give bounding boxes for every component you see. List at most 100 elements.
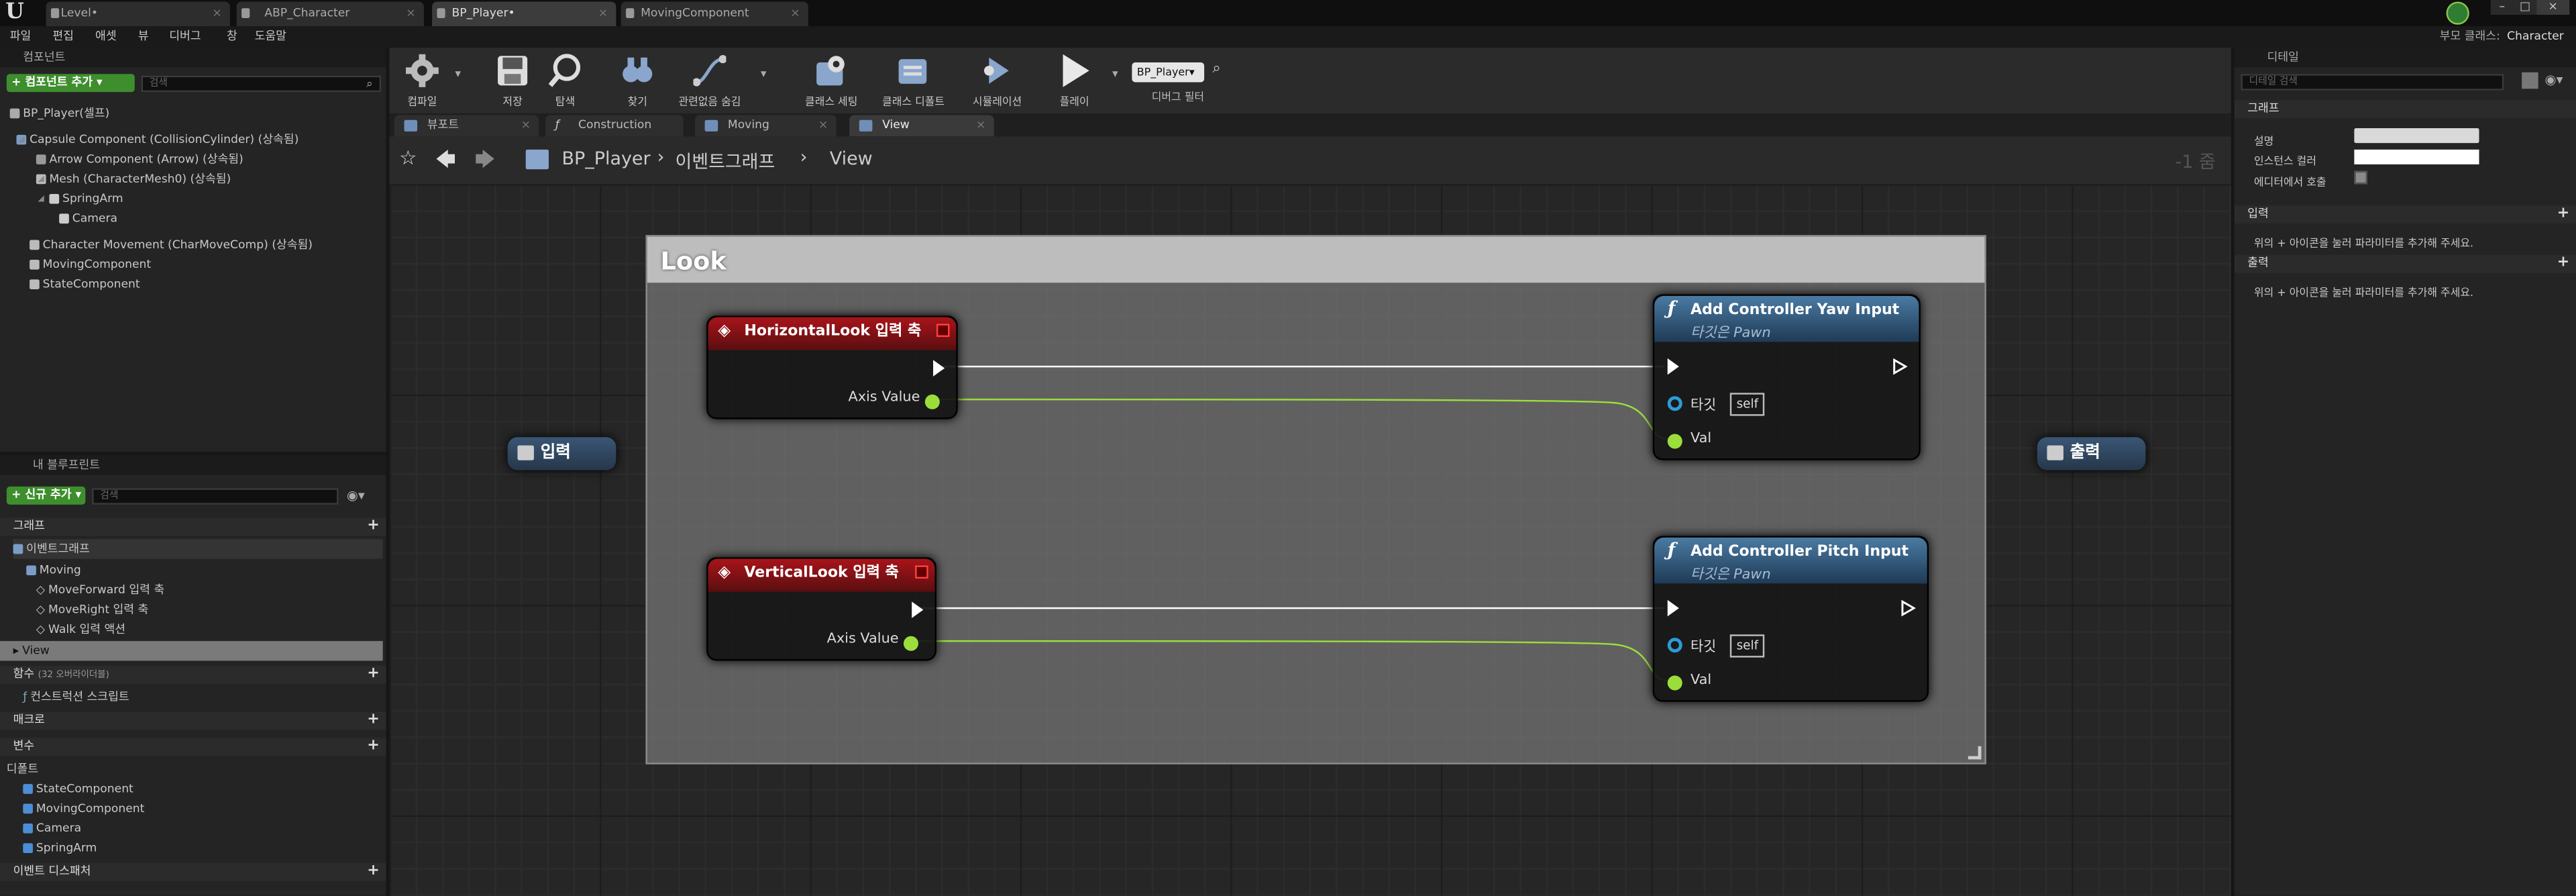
tab-viewport[interactable]: 뷰포트 × (394, 115, 539, 137)
event-dispatchers-section[interactable]: 이벤트 디스패처 + (0, 862, 386, 881)
debug-object-select[interactable]: BP_Player▾ (1132, 62, 1205, 83)
output-tunnel-node[interactable]: 출력 (2037, 437, 2146, 470)
description-field[interactable] (2354, 128, 2479, 144)
add-dispatcher-icon[interactable]: + (367, 863, 379, 881)
doc-tab-bp-player[interactable]: BP_Player• × (432, 1, 616, 27)
minimize-button[interactable]: – (2490, 0, 2514, 15)
horizontal-look-event-node[interactable]: HorizontalLook 입력 축 ◈ Axis Value (706, 315, 958, 419)
maximize-button[interactable]: □ (2513, 0, 2537, 15)
tree-item-walk[interactable]: ◇ Walk 입력 액션 (36, 619, 125, 639)
tree-item-arrow[interactable]: Arrow Component (Arrow) (상속됨) (36, 150, 244, 169)
target-pin[interactable] (1667, 638, 1682, 653)
menu-debug[interactable]: 디버그 (169, 26, 201, 48)
tab-view[interactable]: View × (849, 115, 994, 137)
val-pin[interactable] (1667, 675, 1682, 691)
tree-item-camera[interactable]: Camera (59, 209, 117, 228)
axis-value-pin[interactable] (924, 394, 940, 409)
tree-item-state-component[interactable]: StateComponent (30, 275, 140, 294)
input-tunnel-node[interactable]: 입력 (507, 437, 616, 470)
parent-class-value[interactable]: Character (2507, 26, 2564, 48)
back-arrow-icon[interactable]: 🡄 (435, 145, 455, 179)
val-pin[interactable] (1667, 434, 1682, 449)
my-blueprint-search-input[interactable]: 검색 (92, 488, 339, 505)
hide-unrelated-chevron-icon[interactable]: ▾ (761, 67, 767, 81)
tree-item-move-right[interactable]: ◇ MoveRight 입력 축 (36, 600, 148, 619)
target-self-field[interactable]: self (1729, 393, 1765, 416)
details-inputs-section[interactable]: 입력 + (2234, 205, 2576, 224)
close-icon[interactable]: × (598, 1, 608, 24)
details-search-input[interactable]: 디테일 검색 (2241, 74, 2504, 91)
breadcrumb-blueprint[interactable]: BP_Player (562, 148, 651, 169)
menu-asset[interactable]: 애셋 (95, 26, 117, 48)
eye-icon[interactable]: ◉▾ (2545, 72, 2563, 87)
graphs-section[interactable]: 그래프 + (0, 517, 386, 536)
tree-item-moving-component[interactable]: MovingComponent (30, 255, 151, 275)
close-icon[interactable]: × (212, 1, 221, 24)
expand-arrow-icon[interactable]: ◢ (38, 175, 44, 185)
doc-tab-moving-component[interactable]: MovingComponent × (621, 1, 808, 27)
close-icon[interactable]: × (521, 115, 531, 136)
axis-value-pin[interactable] (903, 636, 918, 651)
breadcrumb-event-graph[interactable]: 이벤트그래프 (676, 148, 775, 174)
vertical-look-event-node[interactable]: VerticalLook 입력 축 ◈ Axis Value (706, 557, 936, 661)
add-controller-pitch-input-node[interactable]: ƒ Add Controller Pitch Input 타깃은 Pawn 타깃… (1652, 536, 1929, 702)
tree-item-capsule[interactable]: Capsule Component (CollisionCylinder) (상… (16, 130, 299, 149)
target-pin[interactable] (1667, 396, 1682, 411)
tab-construction-script[interactable]: ƒConstruction Script (545, 115, 684, 153)
variables-section[interactable]: 변수 + (0, 738, 386, 756)
add-input-icon[interactable]: + (2557, 205, 2569, 223)
add-function-icon[interactable]: + (367, 666, 379, 684)
details-outputs-section[interactable]: 출력 + (2234, 254, 2576, 273)
add-variable-icon[interactable]: + (367, 738, 379, 756)
browse-button[interactable]: 탐색 (534, 51, 596, 110)
debug-search-icon[interactable]: ⌕ (1212, 61, 1220, 77)
add-macro-icon[interactable]: + (367, 711, 379, 730)
tree-item-event-graph[interactable]: 이벤트그래프 (13, 539, 383, 559)
eye-icon[interactable]: ◉▾ (347, 488, 365, 503)
tree-item-springarm[interactable]: SpringArm (49, 189, 123, 209)
compile-options-chevron-icon[interactable]: ▾ (455, 67, 461, 81)
add-component-button[interactable]: + 컴포넌트 추가 ▾ (6, 74, 135, 93)
variable-camera[interactable]: Camera (23, 819, 81, 838)
close-icon[interactable]: × (976, 115, 985, 136)
menu-edit[interactable]: 편집 (52, 26, 74, 48)
close-window-button[interactable]: × (2536, 0, 2570, 15)
add-controller-yaw-input-node[interactable]: ƒ Add Controller Yaw Input 타깃은 Pawn 타깃 s… (1652, 294, 1921, 460)
call-in-editor-checkbox[interactable] (2354, 170, 2368, 185)
find-button[interactable]: 찾기 (606, 51, 669, 110)
menu-view[interactable]: 뷰 (138, 26, 149, 48)
menu-help[interactable]: 도움말 (255, 26, 286, 48)
tree-item-mesh[interactable]: Mesh (CharacterMesh0) (상속됨) (36, 169, 231, 189)
tree-item-view-selected[interactable]: ▸ View (0, 641, 383, 661)
exec-in-pin[interactable] (1667, 358, 1679, 375)
simulation-button[interactable]: 시뮬레이션 (961, 51, 1034, 110)
target-self-field[interactable]: self (1729, 634, 1765, 658)
source-control-icon[interactable] (2446, 1, 2469, 25)
tree-item-character-movement[interactable]: Character Movement (CharMoveComp) (상속됨) (30, 235, 313, 254)
play-options-chevron-icon[interactable]: ▾ (1112, 67, 1118, 81)
doc-tab-abp-character[interactable]: ABP_Character × (236, 1, 424, 27)
forward-arrow-icon[interactable]: 🡆 (475, 145, 495, 179)
menu-file[interactable]: 파일 (10, 26, 32, 48)
delegate-pin-icon[interactable] (915, 565, 928, 579)
variable-moving-component[interactable]: MovingComponent (23, 799, 144, 818)
details-graph-section[interactable]: 그래프 (2234, 100, 2576, 119)
macros-section[interactable]: 매크로 + (0, 711, 386, 730)
tree-item-moving-collapsed[interactable]: Moving (26, 560, 81, 580)
exec-out-pin[interactable] (1900, 599, 1916, 617)
add-graph-icon[interactable]: + (367, 517, 379, 536)
compile-button[interactable]: 컴파일 (389, 51, 455, 110)
exec-out-pin[interactable] (1892, 358, 1908, 375)
expand-arrow-icon[interactable]: ◢ (18, 135, 24, 145)
hide-unrelated-button[interactable]: 관련없음 숨김 (669, 51, 751, 110)
class-defaults-button[interactable]: 클래스 디폴트 (872, 51, 954, 110)
exec-out-pin[interactable] (912, 601, 924, 618)
play-button[interactable]: 플레이 (1043, 51, 1106, 110)
close-icon[interactable]: × (406, 1, 415, 24)
exec-out-pin[interactable] (933, 360, 945, 377)
close-icon[interactable]: × (790, 1, 800, 24)
variables-default-category[interactable]: 디폴트 (7, 759, 38, 779)
add-new-button[interactable]: + 신규 추가 ▾ (6, 486, 86, 505)
components-search-input[interactable]: 검색 (141, 75, 382, 93)
class-settings-button[interactable]: 클래스 세팅 (797, 51, 866, 110)
